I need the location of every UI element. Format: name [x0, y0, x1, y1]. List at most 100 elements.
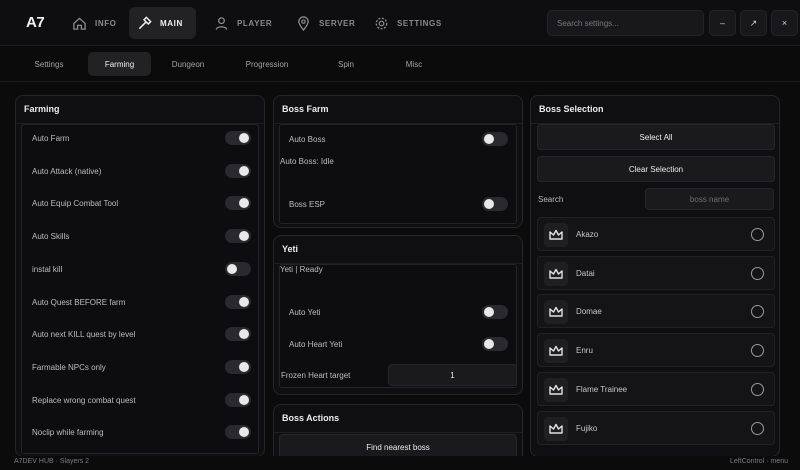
farming-row-toggle[interactable]	[225, 261, 251, 276]
footer: A7DEV HUB · Slayers 2 LeftControl · menu	[0, 456, 800, 470]
select-all-button[interactable]: Select All	[537, 124, 775, 150]
farming-row-toggle[interactable]	[225, 163, 251, 178]
yeti-body: Yeti | Ready Auto Yeti Auto Heart Yeti F…	[279, 264, 517, 388]
nav-tab-server-label: SERVER	[319, 18, 356, 28]
nav-tab-settings[interactable]: SETTINGS	[366, 7, 450, 39]
farming-row-label: Noclip while farming	[32, 428, 104, 438]
farming-row-label: Auto Equip Combat Tool	[32, 199, 119, 209]
nav-tab-info[interactable]: INFO	[64, 7, 125, 39]
auto-boss-status: Auto Boss: Idle	[280, 157, 334, 166]
boss-select-radio[interactable]	[751, 382, 764, 396]
nav-tab-info-label: INFO	[95, 18, 117, 28]
boss-list-item[interactable]: Flame Trainee	[537, 371, 775, 406]
auto-heart-yeti-toggle[interactable]	[482, 337, 508, 351]
subtab-settings[interactable]: Settings	[18, 52, 80, 76]
app-logo: A7	[26, 14, 45, 31]
subtab-dungeon[interactable]: Dungeon	[157, 52, 219, 76]
farming-row-label: Auto next KILL quest by level	[32, 330, 136, 340]
boss-list-item[interactable]: Domae	[537, 294, 775, 329]
maximize-button[interactable]: ↗	[740, 10, 767, 36]
farming-row-toggle[interactable]	[225, 392, 251, 407]
boss-search-input[interactable]: boss name	[645, 188, 774, 210]
auto-boss-toggle[interactable]	[482, 132, 508, 146]
boss-list-item[interactable]: Fujiko	[537, 410, 775, 445]
gear-icon	[375, 17, 388, 29]
crown-icon	[544, 261, 568, 286]
yeti-status: Yeti | Ready	[280, 265, 323, 274]
auto-heart-yeti-label: Auto Heart Yeti	[289, 340, 343, 349]
farming-title: Farming	[24, 104, 60, 114]
crown-icon	[544, 339, 568, 364]
nav-tab-player-label: PLAYER	[237, 18, 273, 28]
farming-row-toggle[interactable]	[225, 359, 251, 374]
footer-right: LeftControl · menu	[730, 458, 788, 465]
nav-tab-server[interactable]: SERVER	[288, 7, 363, 39]
boss-name: Enru	[576, 346, 593, 356]
location-pin-icon	[298, 15, 309, 31]
boss-selection-title: Boss Selection	[539, 104, 604, 114]
farming-row-toggle[interactable]	[225, 196, 251, 211]
boss-actions-title: Boss Actions	[282, 413, 340, 423]
top-bar: A7 INFO MAIN PLAYER SERVER SETTINGS Sear…	[0, 0, 800, 46]
boss-farm-body: Auto Boss Auto Boss: Idle Boss ESP	[279, 124, 517, 224]
farming-row-toggle[interactable]	[225, 327, 251, 342]
nav-tab-main[interactable]: MAIN	[129, 7, 196, 39]
farming-row-label: Farmable NPCs only	[32, 362, 106, 372]
boss-select-radio[interactable]	[751, 228, 764, 241]
boss-select-radio[interactable]	[751, 344, 764, 358]
boss-list-item[interactable]: Akazo	[537, 217, 775, 251]
auto-yeti-label: Auto Yeti	[289, 308, 321, 317]
subtab-farming[interactable]: Farming	[88, 52, 151, 76]
crown-icon	[544, 416, 568, 441]
farming-row-label: Auto Attack (native)	[32, 166, 102, 176]
user-icon	[215, 16, 228, 30]
boss-list-item[interactable]: Enru	[537, 333, 775, 368]
boss-search-label: Search	[538, 195, 564, 204]
crown-icon	[544, 223, 568, 247]
frozen-heart-label: Frozen Heart target	[281, 371, 351, 380]
farming-row-toggle[interactable]	[225, 425, 251, 440]
sub-tabs: Settings Farming Dungeon Progression Spi…	[0, 46, 800, 82]
farming-row-toggle[interactable]	[225, 294, 251, 309]
close-button[interactable]: ×	[771, 10, 798, 36]
boss-select-radio[interactable]	[751, 266, 764, 280]
boss-list-item[interactable]: Datai	[537, 255, 775, 290]
nav-tab-player[interactable]: PLAYER	[206, 7, 280, 39]
frozen-heart-input[interactable]: 1	[388, 364, 517, 386]
home-icon	[73, 16, 86, 30]
boss-esp-label: Boss ESP	[289, 200, 326, 209]
hammer-icon	[139, 15, 152, 29]
boss-selection-panel: Boss Selection Select All Clear Selectio…	[530, 95, 780, 457]
boss-name: Domae	[576, 307, 602, 317]
boss-farm-title: Boss Farm	[282, 104, 329, 114]
minimize-button[interactable]: –	[709, 10, 736, 36]
boss-name: Datai	[576, 268, 595, 278]
boss-name: Flame Trainee	[576, 384, 628, 394]
auto-boss-label: Auto Boss	[289, 135, 326, 144]
subtab-misc[interactable]: Misc	[384, 52, 444, 76]
yeti-title: Yeti	[282, 244, 299, 254]
farming-list: Auto Farm Auto Attack (native) Auto Equip …	[21, 124, 259, 454]
farming-row-label: Auto Skills	[32, 232, 70, 242]
farming-row-label: Replace wrong combat quest	[32, 395, 136, 405]
boss-esp-toggle[interactable]	[482, 197, 508, 211]
farming-row-toggle[interactable]	[225, 229, 251, 244]
subtab-spin[interactable]: Spin	[316, 52, 376, 76]
boss-name: Akazo	[576, 230, 599, 239]
boss-select-radio[interactable]	[751, 421, 764, 435]
farming-panel: Farming Auto Farm Auto Attack (native) Aut…	[15, 95, 265, 457]
boss-name: Fujiko	[576, 423, 598, 433]
clear-selection-button[interactable]: Clear Selection	[537, 156, 775, 182]
yeti-panel: Yeti Yeti | Ready Auto Yeti Auto Heart Y…	[273, 235, 523, 395]
farming-row-toggle[interactable]	[225, 131, 251, 145]
boss-select-radio[interactable]	[751, 305, 764, 319]
subtab-progression[interactable]: Progression	[235, 52, 299, 76]
boss-farm-panel: Boss Farm Auto Boss Auto Boss: Idle Boss…	[273, 95, 523, 228]
nav-tab-settings-label: SETTINGS	[397, 18, 442, 28]
crown-icon	[544, 300, 568, 325]
auto-yeti-toggle[interactable]	[482, 305, 508, 319]
farming-row-label: instal kill	[32, 264, 63, 274]
farming-row-label: Auto Quest BEFORE farm	[32, 297, 126, 307]
search-settings-input[interactable]: Search settings...	[547, 10, 704, 36]
footer-left: A7DEV HUB · Slayers 2	[14, 458, 90, 465]
